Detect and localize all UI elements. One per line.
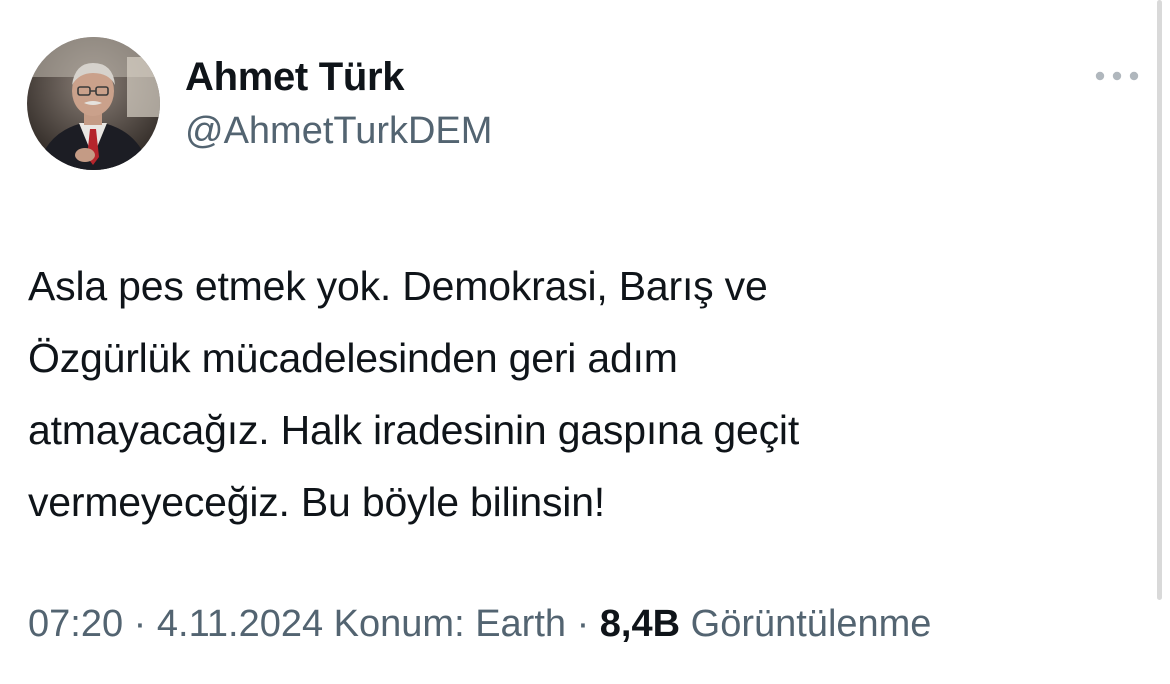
tweet-date-link[interactable]: 4.11.2024 (157, 603, 323, 645)
more-options-button[interactable] (1090, 62, 1144, 90)
views-link[interactable]: 8,4B Görüntülenme (600, 603, 932, 645)
views-label: Görüntülenme (690, 603, 932, 645)
tweet-text: Asla pes etmek yok. Demokrasi, Barış ve … (28, 250, 1128, 538)
scrollbar[interactable] (1157, 0, 1162, 600)
tweet-text-line: Özgürlük mücadelesinden geri adım (28, 335, 678, 381)
author-handle[interactable]: @AhmetTurkDEM (185, 110, 492, 153)
tweet-location: Konum: Earth (333, 603, 567, 645)
tweet-card: Ahmet Türk @AhmetTurkDEM Asla pes etmek … (0, 0, 1170, 684)
meta-separator: · (133, 603, 147, 645)
tweet-time-link[interactable]: 07:20 (28, 603, 123, 645)
views-count: 8,4B (599, 603, 681, 645)
tweet-meta: 07:20 · 4.11.2024 Konum: Earth · 8,4B Gö… (28, 603, 931, 646)
tweet-text-line: atmayacağız. Halk iradesinin gaspına geç… (28, 407, 800, 453)
author-name[interactable]: Ahmet Türk (185, 55, 405, 100)
meta-separator: · (576, 603, 590, 645)
tweet-text-line: Asla pes etmek yok. Demokrasi, Barış ve (28, 263, 768, 309)
avatar-image (27, 37, 160, 170)
more-horizontal-icon (1095, 71, 1139, 81)
tweet-text-line: vermeyeceğiz. Bu böyle bilinsin! (28, 479, 605, 525)
author-avatar[interactable] (27, 37, 160, 170)
